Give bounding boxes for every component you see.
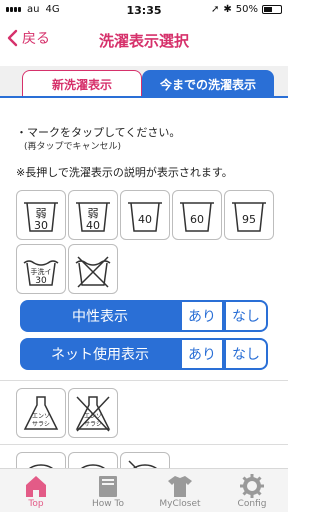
symbol-temp-text: 30	[34, 219, 48, 232]
wash-tub-icon: 弱 40	[76, 202, 110, 232]
symbol-temp-text: 30	[35, 276, 47, 286]
bluetooth-icon: ✱	[223, 4, 232, 15]
symbol-wash-95[interactable]: 95	[224, 190, 274, 240]
symbol-temp-text: 40	[138, 213, 152, 226]
no-wash-icon	[75, 256, 111, 288]
toggle-label: 中性表示	[20, 300, 180, 332]
status-right: ➚ ✱ 50%	[211, 4, 282, 15]
tab-label: How To	[92, 499, 124, 509]
status-bar: au 4G 13:35 ➚ ✱ 50%	[0, 0, 288, 20]
symbol-wash-weak-30[interactable]: 弱 30	[16, 190, 66, 240]
tab-old-labels[interactable]: 今までの洗濯表示	[142, 70, 274, 98]
symbol-wash-40[interactable]: 40	[120, 190, 170, 240]
shirt-icon	[168, 476, 192, 497]
tab-strip: 新洗濯表示 今までの洗濯表示	[0, 66, 288, 98]
tab-underline	[0, 96, 288, 98]
tab-howto[interactable]: How To	[72, 471, 144, 512]
toggle-no-button[interactable]: なし	[224, 300, 268, 332]
section-divider	[0, 380, 288, 381]
tab-label: Config	[237, 499, 267, 509]
location-icon: ➚	[210, 4, 220, 15]
book-icon	[99, 476, 117, 497]
longpress-note: ※長押しで洗濯表示の説明が表示されます。	[16, 166, 233, 179]
tab-label: MyCloset	[159, 499, 201, 509]
tab-mycloset[interactable]: MyCloset	[144, 471, 216, 512]
toggle-no-button[interactable]: なし	[224, 338, 268, 370]
instruction-line: ・マークをタップしてください。	[16, 126, 181, 139]
nav-bar: 戻る 洗濯表示選択	[0, 20, 288, 60]
no-bleach-icon: エンソ サラシ	[75, 396, 111, 432]
tab-config[interactable]: Config	[216, 471, 288, 512]
battery-percent: 50%	[235, 4, 258, 15]
tab-top[interactable]: Top	[0, 471, 72, 512]
net-use-toggle: ネット使用表示 あり なし	[20, 338, 268, 370]
symbol-wash-weak-40[interactable]: 弱 40	[68, 190, 118, 240]
wash-tub-icon: 60	[180, 202, 214, 232]
handwash-tub-icon: 手洗イ 30	[23, 260, 59, 286]
section-divider	[0, 444, 288, 445]
instruction-text: ・マークをタップしてください。 (再タップでキャンセル)	[16, 126, 180, 154]
symbol-line2-text: サラシ	[32, 421, 50, 428]
battery-icon	[262, 5, 282, 14]
wash-tub-icon: 40	[128, 202, 162, 232]
symbol-no-wash[interactable]	[68, 244, 118, 294]
neutral-detergent-toggle: 中性表示 あり なし	[20, 300, 268, 332]
symbol-temp-text: 60	[190, 213, 204, 226]
symbol-line1-text: エンソ	[32, 413, 50, 420]
symbol-temp-text: 40	[86, 219, 100, 232]
home-icon	[26, 476, 46, 497]
symbol-bleach-ok[interactable]: エンソ サラシ	[16, 388, 66, 438]
instruction-sub: (再タップでキャンセル)	[24, 142, 122, 152]
wash-tub-icon: 95	[232, 202, 266, 232]
symbol-top-text: 手洗イ	[31, 267, 52, 276]
symbol-line2-text: サラシ	[84, 421, 102, 428]
bottom-tab-bar: Top How To MyCloset Config	[0, 468, 288, 512]
symbol-no-bleach[interactable]: エンソ サラシ	[68, 388, 118, 438]
gear-icon	[240, 474, 264, 498]
tab-label: Top	[28, 499, 44, 509]
tab-new-labels[interactable]: 新洗濯表示	[22, 70, 142, 98]
symbol-handwash-30[interactable]: 手洗イ 30	[16, 244, 66, 294]
toggle-yes-button[interactable]: あり	[180, 338, 224, 370]
toggle-yes-button[interactable]: あり	[180, 300, 224, 332]
battery-fill	[264, 7, 272, 12]
symbol-temp-text: 95	[242, 213, 256, 226]
wash-tub-icon: 弱 30	[24, 202, 58, 232]
toggle-label: ネット使用表示	[20, 338, 180, 370]
page-title: 洗濯表示選択	[98, 32, 189, 50]
bleach-flask-icon: エンソ サラシ	[23, 396, 59, 430]
symbol-wash-60[interactable]: 60	[172, 190, 222, 240]
